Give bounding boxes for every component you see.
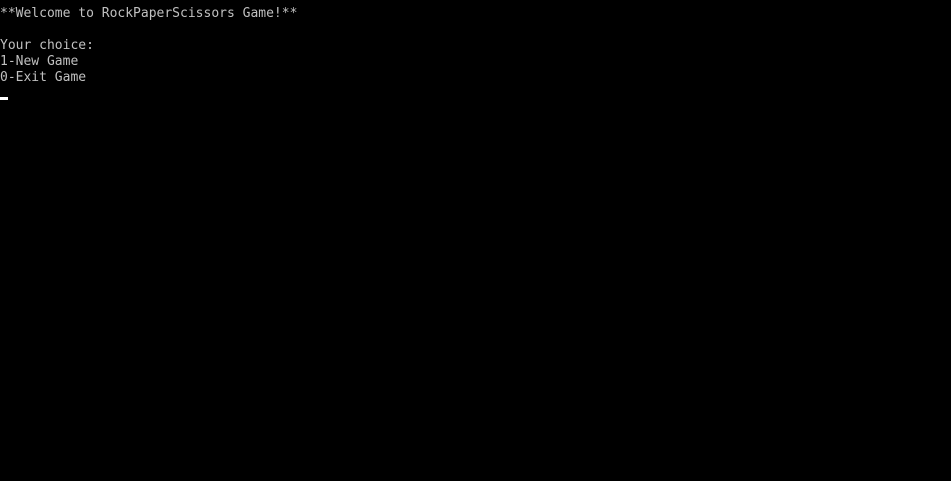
choice-prompt: Your choice:: [0, 38, 94, 53]
text-cursor: [0, 97, 8, 100]
console-window[interactable]: **Welcome to RockPaperScissors Game!** Y…: [0, 0, 951, 481]
input-line[interactable]: [0, 86, 951, 102]
menu-option-exit-game: 0-Exit Game: [0, 70, 87, 85]
menu-option-new-game: 1-New Game: [0, 54, 79, 69]
welcome-message: **Welcome to RockPaperScissors Game!**: [0, 6, 298, 21]
